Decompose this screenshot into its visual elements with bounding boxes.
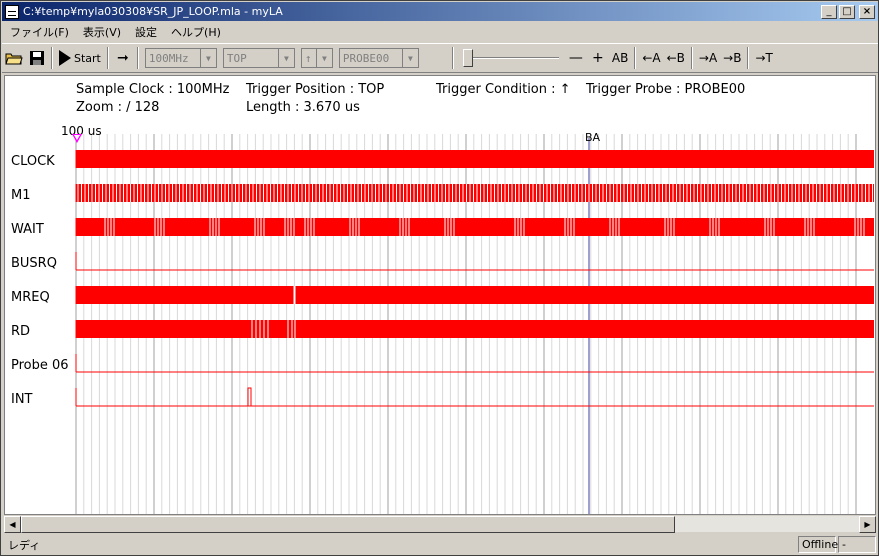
- signal-label-busrq[interactable]: BUSRQ: [11, 256, 57, 271]
- goto-a-left-button[interactable]: ←A: [639, 47, 663, 69]
- zoom-out-button[interactable]: —: [565, 47, 587, 69]
- sample-clock-info: Sample Clock : 100MHz: [76, 82, 230, 97]
- signal-label-rd[interactable]: RD: [11, 324, 30, 339]
- clock-select-value: 100MHz: [148, 51, 189, 65]
- signal-high-block: [76, 150, 874, 168]
- cursor-ab-button[interactable]: AB: [609, 47, 631, 69]
- toolbar-separator: [451, 47, 454, 69]
- menu-view[interactable]: 表示(V): [83, 24, 121, 40]
- signal-label-wait[interactable]: WAIT: [11, 222, 44, 237]
- menu-settings[interactable]: 設定: [135, 24, 157, 40]
- toolbar-separator: [634, 47, 637, 69]
- menu-help[interactable]: ヘルプ(H): [171, 24, 221, 40]
- waveform-view[interactable]: Sample Clock : 100MHz Zoom : / 128 Trigg…: [4, 75, 876, 515]
- trigger-condition-select[interactable]: ↑ ▼: [300, 48, 333, 68]
- window-title: C:¥temp¥myla030308¥SR_JP_LOOP.mla - myLA: [23, 5, 283, 18]
- chevron-down-icon[interactable]: ▼: [199, 49, 216, 67]
- floppy-save-icon: [30, 51, 44, 65]
- chevron-down-icon[interactable]: ▼: [277, 49, 294, 67]
- goto-b-right-button[interactable]: →B: [720, 47, 744, 69]
- status-bar: レディ Offline -: [2, 534, 878, 555]
- signal-high-block: [76, 286, 874, 304]
- status-mode: Offline: [798, 536, 838, 553]
- chevron-down-icon[interactable]: ▼: [315, 49, 332, 67]
- toolbar-separator: [51, 47, 53, 69]
- signal-label-int[interactable]: INT: [11, 392, 33, 407]
- minimize-button[interactable]: _: [821, 4, 837, 19]
- signal-high-block: [76, 218, 874, 236]
- play-icon: [59, 50, 71, 66]
- zoom-info: Zoom : / 128: [76, 100, 160, 115]
- trigger-marker-icon: [72, 134, 82, 143]
- toolbar-separator: [106, 47, 109, 69]
- menu-file[interactable]: ファイル(F): [10, 24, 69, 40]
- slider-thumb[interactable]: [462, 49, 473, 67]
- toolbar-separator: [690, 47, 693, 69]
- goto-b-left-button[interactable]: ←B: [664, 47, 688, 69]
- trigger-position-value: TOP: [226, 51, 247, 65]
- trigger-probe-info: Trigger Probe : PROBE00: [586, 82, 746, 97]
- toolbar-separator: [136, 47, 139, 69]
- horizontal-scrollbar[interactable]: ◀ ▶: [4, 515, 876, 533]
- maximize-button[interactable]: □: [839, 4, 855, 19]
- signal-label-m1[interactable]: M1: [11, 188, 31, 203]
- trigger-probe-value: PROBE00: [342, 51, 390, 65]
- status-extra: -: [838, 536, 876, 553]
- start-label: Start: [74, 51, 101, 65]
- save-button[interactable]: [26, 47, 48, 69]
- signal-label-probe06[interactable]: Probe 06: [11, 358, 69, 373]
- trigger-position-info: Trigger Position : TOP: [246, 82, 385, 97]
- signal-pulse: [247, 387, 252, 407]
- trigger-position-select[interactable]: TOP ▼: [222, 48, 295, 68]
- zoom-in-button[interactable]: +: [587, 47, 609, 69]
- goto-trigger-button[interactable]: →T: [752, 47, 775, 69]
- signal-high-block: [76, 320, 874, 338]
- signal-label-mreq[interactable]: MREQ: [11, 290, 50, 305]
- signal-high-block: [76, 184, 874, 202]
- scroll-right-button[interactable]: ▶: [859, 516, 876, 533]
- cursor-ab-marker[interactable]: BA: [585, 131, 600, 144]
- trigger-condition-info: Trigger Condition : ↑: [436, 82, 571, 97]
- toolbar: Start ➞ 100MHz ▼ TOP ▼ ↑ ▼ PROBE00 ▼ — +…: [2, 43, 878, 73]
- folder-open-icon: [5, 53, 23, 65]
- arrow-right-button[interactable]: ➞: [112, 47, 134, 69]
- status-text: レディ: [8, 538, 41, 552]
- toolbar-separator: [747, 47, 750, 69]
- open-button[interactable]: [2, 47, 26, 69]
- app-icon[interactable]: [5, 4, 19, 19]
- goto-a-right-button[interactable]: →A: [696, 47, 720, 69]
- zoom-slider[interactable]: [462, 47, 559, 69]
- scroll-thumb[interactable]: [21, 516, 675, 533]
- title-bar[interactable]: C:¥temp¥myla030308¥SR_JP_LOOP.mla - myLA…: [2, 2, 878, 21]
- waveform-canvas[interactable]: [5, 76, 875, 514]
- slider-track: [462, 57, 559, 59]
- signal-label-clock[interactable]: CLOCK: [11, 154, 55, 169]
- chevron-down-icon[interactable]: ▼: [401, 49, 418, 67]
- start-button[interactable]: Start: [56, 47, 104, 69]
- main-window: C:¥temp¥myla030308¥SR_JP_LOOP.mla - myLA…: [0, 0, 879, 556]
- length-info: Length : 3.670 us: [246, 100, 360, 115]
- scroll-left-button[interactable]: ◀: [4, 516, 21, 533]
- clock-select[interactable]: 100MHz ▼: [144, 48, 217, 68]
- close-button[interactable]: ×: [859, 4, 875, 19]
- menu-bar: ファイル(F) 表示(V) 設定 ヘルプ(H): [2, 22, 878, 41]
- trigger-probe-select[interactable]: PROBE00 ▼: [338, 48, 419, 68]
- trigger-condition-value: ↑: [304, 51, 312, 65]
